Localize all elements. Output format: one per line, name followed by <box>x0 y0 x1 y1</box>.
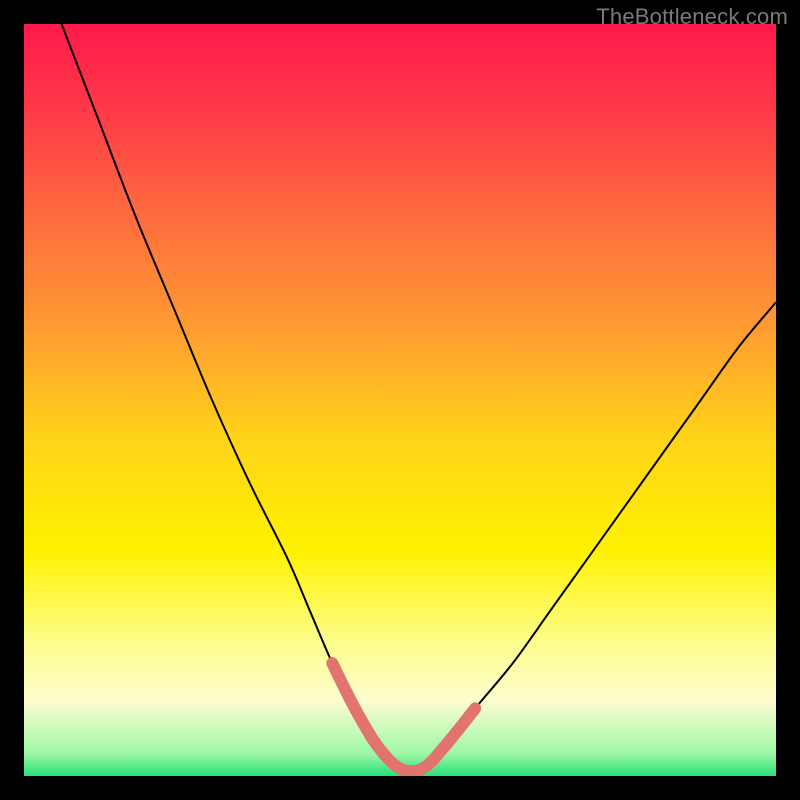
bottleneck-chart-svg <box>24 24 776 776</box>
chart-background <box>24 24 776 776</box>
watermark-text: TheBottleneck.com <box>596 4 788 30</box>
chart-plot-area <box>24 24 776 776</box>
